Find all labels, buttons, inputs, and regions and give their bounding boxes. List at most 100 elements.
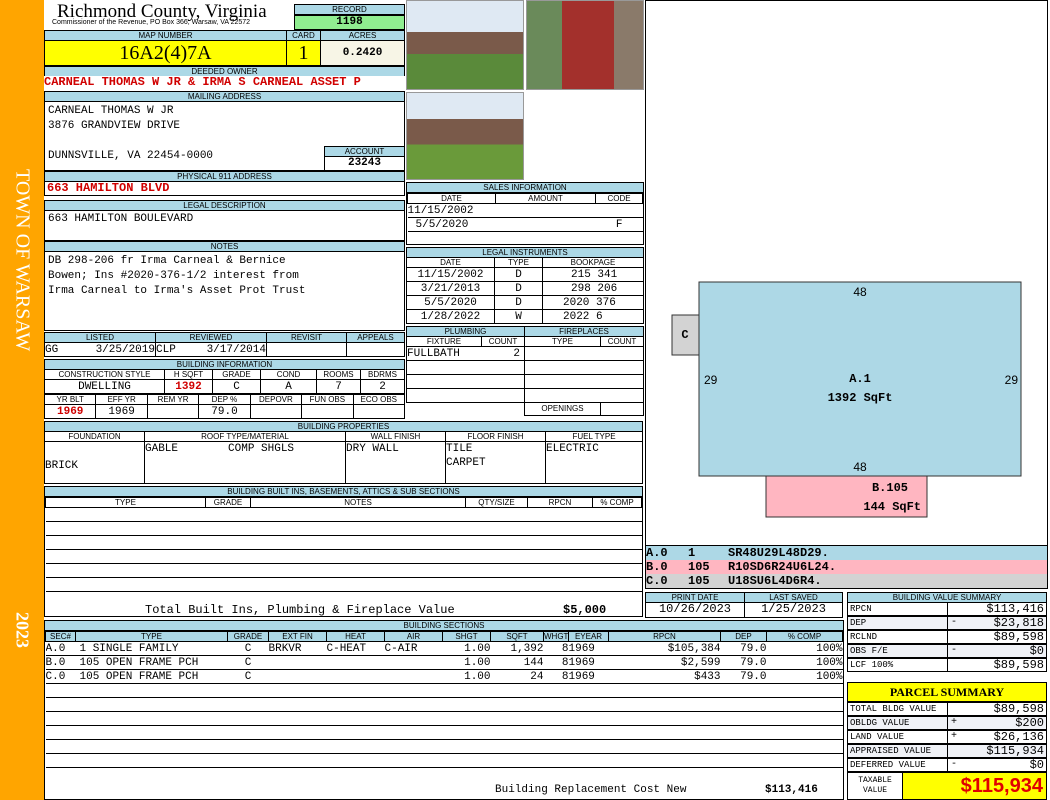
sketch-area[interactable]: 48 48 29 29 A.1 1392 SqFt C B.105 144 Sq… (645, 0, 1048, 545)
section-cell (384, 669, 443, 684)
section-row (45, 739, 843, 754)
summary-sign (947, 703, 951, 716)
section-cell: C (227, 655, 269, 670)
summary-label: APPRAISED VALUE (850, 746, 932, 756)
empty-row (45, 697, 843, 712)
dim-bottom: 48 (853, 460, 867, 474)
bi-grade-header: GRADE (205, 497, 251, 508)
summary-label: LAND VALUE (850, 732, 905, 742)
section-cell: 1,392 (490, 641, 544, 656)
county-subtitle: Commissioner of the Revenue, PO Box 366,… (52, 19, 251, 26)
section-a-label: A.1 (849, 372, 871, 386)
account-value: 23243 (324, 156, 405, 171)
summary-value: $200 (1015, 716, 1044, 730)
bi-comp-header: % COMP (592, 497, 642, 508)
summary-value: $26,136 (993, 730, 1044, 744)
empty-row (45, 711, 843, 726)
reviewed-header: REVIEWED (155, 332, 267, 343)
dep-header: DEP (720, 631, 767, 642)
depovr-header: DEPOVR (249, 394, 303, 405)
sales-amount-header: AMOUNT (495, 193, 596, 204)
effyr-header: EFF YR (95, 394, 148, 405)
summary-label: TOTAL BLDG VALUE (850, 704, 937, 714)
summary-label: RPCN (850, 604, 872, 614)
summary-row: OBLDG VALUE + $200 (847, 716, 1047, 730)
section-cell: 79.0 (720, 641, 767, 656)
inst-type-header: TYPE (494, 257, 543, 268)
dim-right: 29 (1005, 373, 1019, 387)
record-label: RECORD (294, 4, 405, 15)
note-line: DB 298-206 fr Irma Carneal & Bernice (48, 255, 286, 267)
section-cell: 79.0 (720, 669, 767, 684)
house-photo-front[interactable] (406, 0, 524, 90)
dim-left: 29 (704, 373, 718, 387)
summary-sign: + (947, 717, 957, 730)
note-line: Irma Carneal to Irma's Asset Prot Trust (48, 285, 306, 297)
revisit-header: REVISIT (266, 332, 347, 343)
summary-sign: - (947, 645, 957, 658)
code-path: SR48U29L48D29. (728, 546, 829, 560)
plumbing-table: FIXTURE COUNT FULLBATH 2 (406, 336, 525, 403)
sketch-svg: 48 48 29 29 A.1 1392 SqFt C B.105 144 Sq… (671, 281, 1022, 518)
section-cell: 8 (543, 641, 569, 656)
reviewed-date: 3/17/2014 (206, 343, 266, 356)
sales-date-header: DATE (407, 193, 496, 204)
code-section: A.0 (646, 546, 668, 560)
taxable-label: TAXABLE VALUE (847, 772, 903, 800)
legal-description: 663 HAMILTON BOULEVARD (44, 210, 405, 241)
bdrms-header: BDRMS (360, 369, 405, 380)
physical-address: 663 HAMILTON BLVD (44, 181, 405, 196)
section-cell: 1969 (568, 669, 609, 684)
summary-value: $0 (1029, 644, 1044, 658)
summary-row: RPCN $113,416 (847, 602, 1047, 616)
summary-row: DEP - $23,818 (847, 616, 1047, 630)
print-date: 10/26/2023 (645, 602, 745, 618)
note-line: Bowen; Ins #2020-376-1/2 interest from (48, 270, 299, 282)
summary-sign (947, 631, 951, 644)
cond-value: A (260, 379, 317, 394)
dep-value: 79.0 (198, 404, 251, 419)
inst-type: D (494, 295, 543, 310)
section-cell: $433 (608, 669, 721, 684)
section-cell (268, 669, 327, 684)
section-cell: C.0 (45, 669, 76, 684)
builtins-total-label: Total Built Ins, Plumbing & Fireplace Va… (145, 603, 455, 617)
summary-value: $0 (1029, 758, 1044, 772)
sqft-header: SQFT (490, 631, 544, 642)
section-cell: 1969 (568, 655, 609, 670)
section-cell: 1 SINGLE FAMILY (75, 641, 228, 656)
inst-date-header: DATE (406, 257, 495, 268)
shed-photo[interactable] (526, 0, 644, 90)
section-cell: 105 OPEN FRAME PCH (75, 669, 228, 684)
inst-book-header: BOOKPAGE (542, 257, 644, 268)
empty-row (45, 683, 843, 698)
section-b-area: 144 SqFt (863, 500, 921, 514)
summary-row: LAND VALUE + $26,136 (847, 730, 1047, 744)
fuel-value: ELECTRIC (545, 441, 643, 484)
builtins-total-value: $5,000 (563, 603, 607, 617)
section-cell: 1.00 (442, 669, 491, 684)
replacement-cost-value: $113,416 (765, 784, 818, 796)
code-type: 1 (688, 546, 696, 560)
section-cell: C (227, 641, 269, 656)
floor-value: TILE (446, 443, 473, 455)
builtins-table: TYPE GRADE NOTES QTY/SIZE RPCN% COMP Total B… (44, 496, 643, 617)
mail-line: CARNEAL THOMAS W JR (48, 105, 174, 117)
house-photo-side[interactable] (406, 92, 524, 180)
summary-sign (947, 659, 951, 672)
section-cell (326, 655, 385, 670)
section-cell: 8 (543, 655, 569, 670)
section-cell (326, 669, 385, 684)
comp-header: % COMP (766, 631, 843, 642)
eyear-header: EYEAR (568, 631, 609, 642)
summary-value: $113,416 (986, 602, 1044, 616)
section-cell: 8 (543, 669, 569, 684)
year-label: 2023 (12, 612, 33, 648)
fp-count-header: COUNT (600, 336, 644, 347)
section-row: B.0 105 OPEN FRAME PCH C 1.00 144 8 1969 $2,599… (45, 655, 843, 670)
sales-row: 5/5/2020 F (407, 217, 643, 232)
extfin-header: EXT FIN (268, 631, 327, 642)
inst-date: 1/28/2022 (406, 309, 495, 324)
inst-book: 298 206 (542, 281, 644, 296)
acres-value: 0.2420 (320, 40, 405, 66)
